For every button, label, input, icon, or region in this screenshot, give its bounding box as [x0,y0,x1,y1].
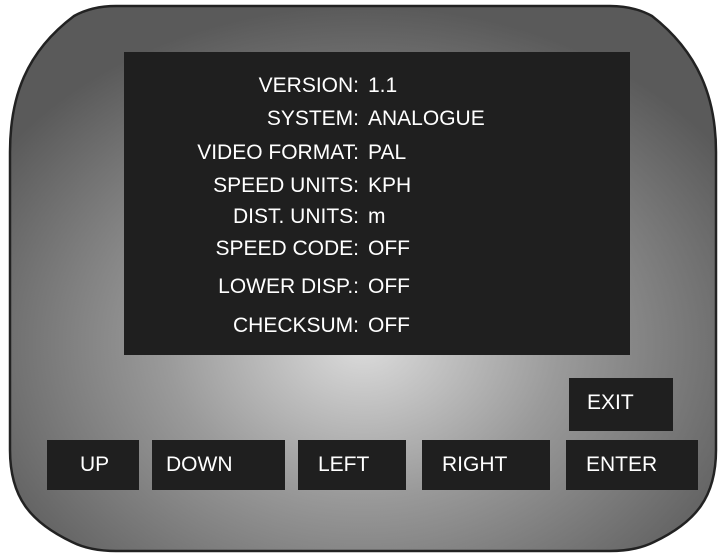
device-body: VERSION: 1.1 SYSTEM: ANALOGUE VIDEO FORM… [4,2,720,555]
setting-label: VIDEO FORMAT: [197,141,359,164]
setting-label: SYSTEM: [266,107,359,130]
setting-row-speed-code: SPEED CODE: OFF [124,235,630,263]
setting-value: ANALOGUE [368,107,485,130]
setting-value: PAL [368,141,407,164]
setting-row-version: VERSION: 1.1 [124,72,630,100]
setting-value: 1.1 [368,74,398,97]
setting-row-dist-units: DIST. UNITS: m [124,203,630,231]
exit-button[interactable]: EXIT [569,378,673,431]
exit-button-label: EXIT [587,391,634,414]
setting-label: LOWER DISP.: [218,275,359,298]
setting-label: SPEED UNITS: [213,174,359,197]
right-button-label: RIGHT [442,453,508,476]
setting-value: OFF [368,314,410,337]
setting-label: CHECKSUM: [232,314,359,337]
setting-value: KPH [368,174,412,197]
setting-row-system: SYSTEM: ANALOGUE [124,105,630,133]
setting-row-speed-units: SPEED UNITS: KPH [124,172,630,200]
up-button[interactable]: UP [47,440,139,490]
setting-row-checksum: CHECKSUM: OFF [124,312,630,340]
setting-row-lower-disp: LOWER DISP.: OFF [124,273,630,301]
display-screen: VERSION: 1.1 SYSTEM: ANALOGUE VIDEO FORM… [124,52,630,355]
up-button-label: UP [80,453,110,476]
left-button-label: LEFT [318,453,370,476]
setting-value: OFF [368,237,410,260]
down-button[interactable]: DOWN [152,440,285,490]
setting-value: m [368,205,386,228]
setting-label: VERSION: [258,74,359,97]
setting-label: DIST. UNITS: [232,205,359,228]
enter-button[interactable]: ENTER [566,440,698,490]
setting-value: OFF [368,275,410,298]
setting-label: SPEED CODE: [215,237,359,260]
right-button[interactable]: RIGHT [422,440,550,490]
enter-button-label: ENTER [586,453,658,476]
down-button-label: DOWN [166,453,233,476]
setting-row-video-format: VIDEO FORMAT: PAL [124,139,630,167]
left-button[interactable]: LEFT [298,440,406,490]
